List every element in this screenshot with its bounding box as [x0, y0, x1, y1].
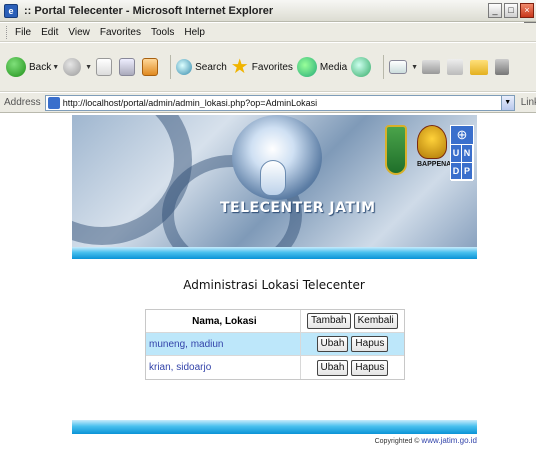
favorites-label: Favorites	[251, 61, 293, 73]
folder-button[interactable]	[470, 59, 491, 75]
undp-letter: D	[451, 163, 462, 181]
edit-page-icon	[447, 59, 464, 75]
chevron-down-icon[interactable]: ▼	[411, 64, 418, 71]
undp-letter: P	[462, 163, 473, 181]
media-button[interactable]: Media	[296, 57, 348, 77]
back-button[interactable]: Back ▼	[6, 57, 59, 77]
table-row: krian, sidoarjo Ubah Hapus	[146, 356, 404, 379]
undp-logo: ⊕ U N D P	[450, 125, 474, 181]
toolbar-separator	[383, 55, 385, 79]
links-button[interactable]: Links	[521, 97, 536, 108]
lokasi-name[interactable]: krian, sidoarjo	[146, 362, 300, 373]
minimize-button[interactable]: _	[488, 3, 502, 18]
refresh-icon	[119, 58, 136, 76]
star-icon: ★	[230, 56, 249, 78]
menu-help[interactable]: Help	[184, 27, 205, 38]
mail-icon	[389, 60, 408, 74]
forward-button[interactable]: ▼	[63, 58, 92, 76]
hapus-button[interactable]: Hapus	[351, 359, 389, 376]
address-input[interactable]: http://localhost/portal/admin/admin_loka…	[44, 94, 515, 111]
menu-tools[interactable]: Tools	[151, 27, 174, 38]
address-url[interactable]: http://localhost/portal/admin/admin_loka…	[63, 98, 317, 108]
stop-button[interactable]	[96, 58, 115, 76]
menu-view[interactable]: View	[68, 27, 90, 38]
media-icon	[296, 57, 317, 77]
standard-toolbar: Back ▼ ▼ Search ★ Favorites Media ▼	[0, 43, 536, 92]
tool-button[interactable]	[495, 59, 512, 75]
menu-bar: File Edit View Favorites Tools Help	[0, 23, 536, 42]
page-icon	[47, 96, 60, 109]
chevron-down-icon[interactable]: ▼	[85, 64, 92, 71]
address-label: Address	[4, 97, 41, 108]
history-icon	[351, 57, 372, 77]
back-label: Back	[29, 61, 52, 73]
forward-arrow-icon	[63, 58, 82, 76]
lokasi-table: Nama, Lokasi Tambah Kembali muneng, madi…	[145, 309, 405, 380]
hapus-button[interactable]: Hapus	[351, 336, 389, 352]
menu-file[interactable]: File	[15, 27, 31, 38]
page-title: Administrasi Lokasi Telecenter	[183, 278, 365, 292]
stop-icon	[96, 58, 113, 76]
window-title: :: Portal Telecenter - Microsoft Interne…	[24, 4, 274, 17]
print-icon	[422, 60, 441, 74]
copyright-text: Copyrighted ©	[374, 438, 420, 445]
ie-app-icon[interactable]: e	[4, 3, 18, 18]
window-controls: _ □ ×	[488, 3, 534, 18]
tambah-button[interactable]: Tambah	[307, 313, 351, 329]
favorites-button[interactable]: ★ Favorites	[231, 57, 293, 77]
search-button[interactable]: Search	[176, 59, 227, 75]
undp-letter: U	[451, 145, 462, 163]
lokasi-name[interactable]: muneng, madiun	[146, 339, 300, 350]
kembali-button[interactable]: Kembali	[353, 313, 398, 329]
table-header-row: Nama, Lokasi Tambah Kembali	[146, 310, 404, 333]
row-actions: Ubah Hapus	[299, 333, 404, 355]
toolbar-separator	[170, 55, 172, 79]
chevron-down-icon[interactable]: ▼	[500, 95, 514, 110]
un-emblem-icon: ⊕	[451, 126, 473, 145]
window-title-bar: e :: Portal Telecenter - Microsoft Inter…	[0, 0, 536, 22]
row-actions: Ubah Hapus	[299, 356, 404, 379]
jatim-logo	[385, 125, 407, 175]
media-label: Media	[319, 61, 348, 73]
mouse-icon	[260, 160, 286, 196]
bappenas-logo: BAPPENAS	[417, 125, 456, 173]
page-content: TELECENTER JATIM BAPPENAS ⊕ U N D P Admi…	[12, 115, 524, 476]
print-button[interactable]	[422, 60, 443, 74]
maximize-button[interactable]: □	[504, 3, 518, 18]
garuda-icon	[417, 125, 447, 159]
menu-edit[interactable]: Edit	[41, 27, 58, 38]
refresh-button[interactable]	[119, 58, 138, 76]
header-actions: Tambah Kembali	[299, 310, 404, 332]
folder-icon	[470, 59, 489, 75]
address-bar: Address http://localhost/portal/admin/ad…	[0, 93, 536, 113]
search-label: Search	[195, 61, 227, 73]
column-header-nama-lokasi: Nama, Lokasi	[192, 315, 257, 327]
menu-favorites[interactable]: Favorites	[100, 27, 141, 38]
back-arrow-icon	[6, 57, 26, 77]
banner-title: TELECENTER JATIM	[220, 200, 376, 216]
menu-grip[interactable]	[6, 25, 9, 39]
undp-letter: N	[462, 145, 473, 163]
home-icon	[142, 58, 159, 76]
footer-copyright: Copyrighted © www.jatim.go.id	[72, 436, 477, 445]
header-stripe	[72, 247, 477, 259]
footer-stripe	[72, 420, 477, 434]
tool-icon	[495, 59, 510, 75]
search-icon	[176, 59, 193, 75]
home-button[interactable]	[142, 58, 161, 76]
chevron-down-icon[interactable]: ▼	[52, 64, 59, 71]
table-row: muneng, madiun Ubah Hapus	[146, 333, 404, 356]
close-button[interactable]: ×	[520, 3, 534, 18]
edit-button[interactable]	[447, 59, 466, 75]
site-link[interactable]: www.jatim.go.id	[421, 436, 477, 445]
ubah-button[interactable]: Ubah	[316, 359, 349, 376]
bappenas-label: BAPPENAS	[417, 161, 456, 168]
header-banner: TELECENTER JATIM BAPPENAS ⊕ U N D P	[72, 115, 477, 247]
ubah-button[interactable]: Ubah	[316, 336, 349, 352]
mail-button[interactable]: ▼	[389, 60, 418, 74]
history-button[interactable]	[351, 57, 374, 77]
